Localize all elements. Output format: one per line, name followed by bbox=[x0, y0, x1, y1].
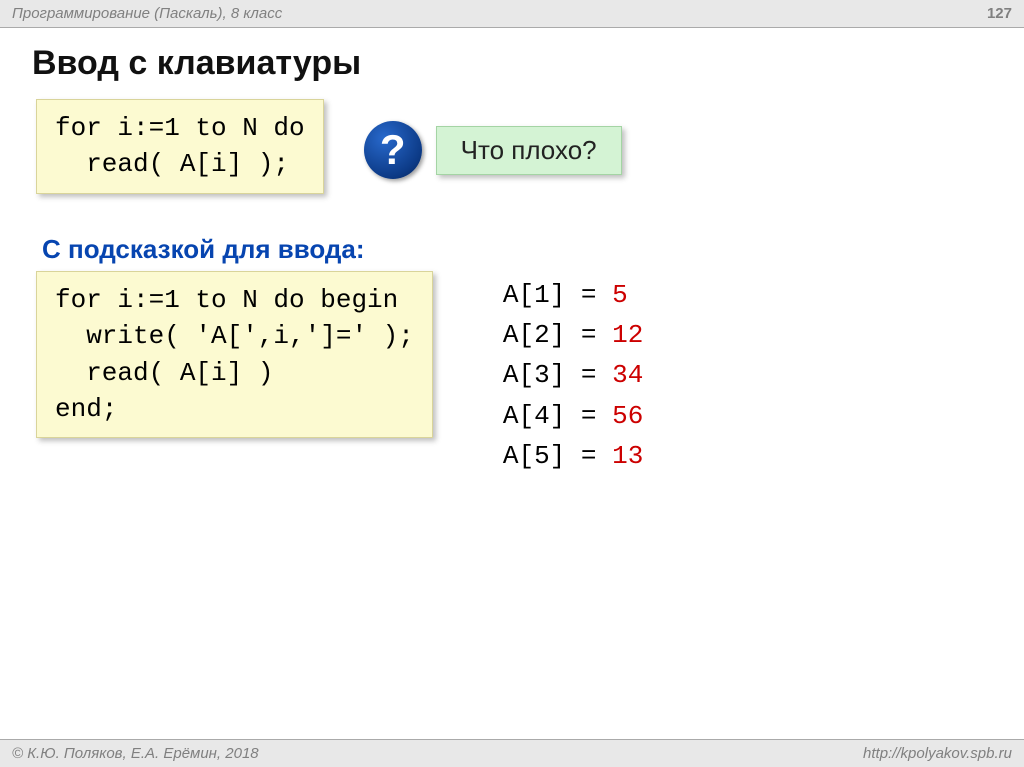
footer-bar: © К.Ю. Поляков, Е.А. Ерёмин, 2018 http:/… bbox=[0, 739, 1024, 767]
row-code-output: for i:=1 to N do begin write( 'A[',i,']=… bbox=[36, 271, 996, 476]
code2-line2: write( 'A[',i,']=' ); bbox=[55, 321, 414, 351]
output-label: A[2] = bbox=[503, 320, 597, 350]
slide-body: Ввод с клавиатуры for i:=1 to N do read(… bbox=[0, 28, 1024, 476]
output-value: 13 bbox=[612, 441, 643, 471]
output-row: A[5] = 13 bbox=[503, 436, 643, 476]
output-row: A[3] = 34 bbox=[503, 355, 643, 395]
page-number: 127 bbox=[987, 5, 1012, 22]
course-label: Программирование (Паскаль), 8 класс bbox=[12, 5, 282, 22]
page-title: Ввод с клавиатуры bbox=[32, 44, 996, 83]
output-label: A[5] = bbox=[503, 441, 597, 471]
code2-line3: read( A[i] ) bbox=[55, 358, 273, 388]
code2-line1: for i:=1 to N do begin bbox=[55, 285, 398, 315]
output-row: A[4] = 56 bbox=[503, 396, 643, 436]
output-list: A[1] = 5 A[2] = 12 A[3] = 34 A[4] = 56 A… bbox=[503, 275, 643, 476]
footer-url: http://kpolyakov.spb.ru bbox=[863, 745, 1012, 762]
output-label: A[4] = bbox=[503, 401, 597, 431]
code1-line2: read( A[i] ); bbox=[55, 149, 289, 179]
question-text: Что плохо? bbox=[436, 126, 622, 175]
output-row: A[2] = 12 bbox=[503, 315, 643, 355]
question-group: ? Что плохо? bbox=[364, 121, 622, 179]
output-value: 56 bbox=[612, 401, 643, 431]
output-label: A[3] = bbox=[503, 360, 597, 390]
code-block-2: for i:=1 to N do begin write( 'A[',i,']=… bbox=[36, 271, 433, 439]
footer-authors: © К.Ю. Поляков, Е.А. Ерёмин, 2018 bbox=[12, 745, 259, 762]
code2-line4: end; bbox=[55, 394, 117, 424]
output-value: 5 bbox=[612, 280, 628, 310]
output-row: A[1] = 5 bbox=[503, 275, 643, 315]
row-code-question: for i:=1 to N do read( A[i] ); ? Что пло… bbox=[36, 99, 996, 194]
code-block-1: for i:=1 to N do read( A[i] ); bbox=[36, 99, 324, 194]
code1-line1: for i:=1 to N do bbox=[55, 113, 305, 143]
subtitle: С подсказкой для ввода: bbox=[42, 234, 996, 265]
output-label: A[1] = bbox=[503, 280, 597, 310]
header-bar: Программирование (Паскаль), 8 класс 127 bbox=[0, 0, 1024, 28]
output-value: 34 bbox=[612, 360, 643, 390]
question-mark-icon: ? bbox=[364, 121, 422, 179]
output-value: 12 bbox=[612, 320, 643, 350]
